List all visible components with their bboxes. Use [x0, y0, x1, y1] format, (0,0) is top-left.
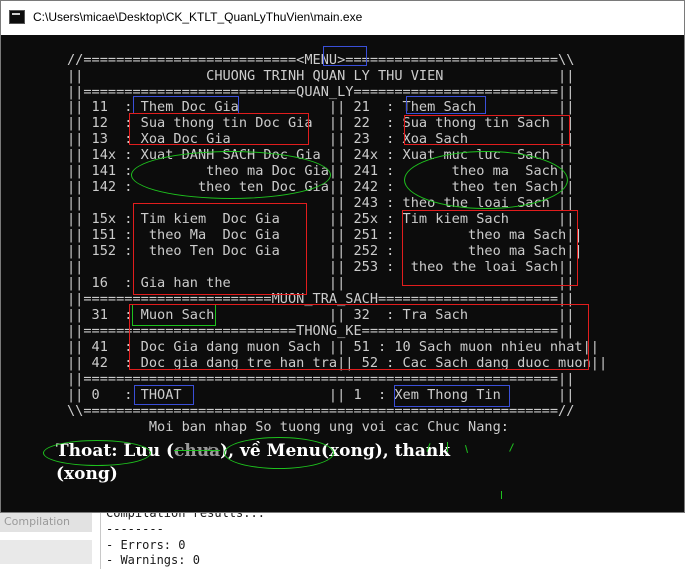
annotation-tick: [501, 491, 502, 499]
compile-separator: --------: [106, 522, 164, 536]
console-window: C:\Users\micae\Desktop\CK_KTLT_QuanLyThu…: [0, 0, 685, 513]
annotation-menu-box: [323, 46, 367, 66]
compilation-tab[interactable]: Compilation: [0, 512, 92, 532]
annotation-tim-kiem-sach: [402, 210, 578, 286]
console-app-icon: [9, 10, 25, 24]
annotation-xuat-sach-ellipse: [404, 151, 568, 209]
annotation-xuat-doc-gia-ellipse: [131, 151, 331, 199]
annotation-thoat: [134, 385, 194, 405]
window-title: C:\Users\micae\Desktop\CK_KTLT_QuanLyThu…: [33, 10, 363, 24]
input-prompt: Moi ban nhap So tuong ung voi cac Chuc N…: [67, 419, 509, 435]
compile-warnings: - Warnings: 0: [106, 553, 200, 567]
handwritten-note-line2: (xong): [56, 464, 118, 484]
annotation-tim-kiem-doc-gia: [133, 203, 307, 295]
annotation-luu-ellipse: [43, 440, 151, 466]
annotation-sua-xoa-sach: [404, 115, 570, 145]
ide-side-tab[interactable]: [0, 540, 92, 564]
annotation-tick: [447, 442, 448, 452]
annotation-xem-thong-tin: [394, 385, 510, 407]
annotation-menu-xong-ellipse: [224, 437, 334, 469]
annotation-tra-sach-thong-ke: [129, 304, 589, 370]
annotation-them-doc-gia: [133, 96, 239, 114]
note-struck: chưa: [174, 441, 221, 461]
menu-line: //==========================<MENU>======…: [67, 52, 575, 68]
title-bar[interactable]: C:\Users\micae\Desktop\CK_KTLT_QuanLyThu…: [1, 1, 684, 35]
menu-line: || CHUONG TRINH QUAN LY THU VIEN ||: [67, 68, 575, 84]
compile-errors: - Errors: 0: [106, 538, 186, 552]
annotation-them-sach: [406, 96, 486, 114]
annotation-sua-xoa-doc-gia: [129, 113, 309, 145]
